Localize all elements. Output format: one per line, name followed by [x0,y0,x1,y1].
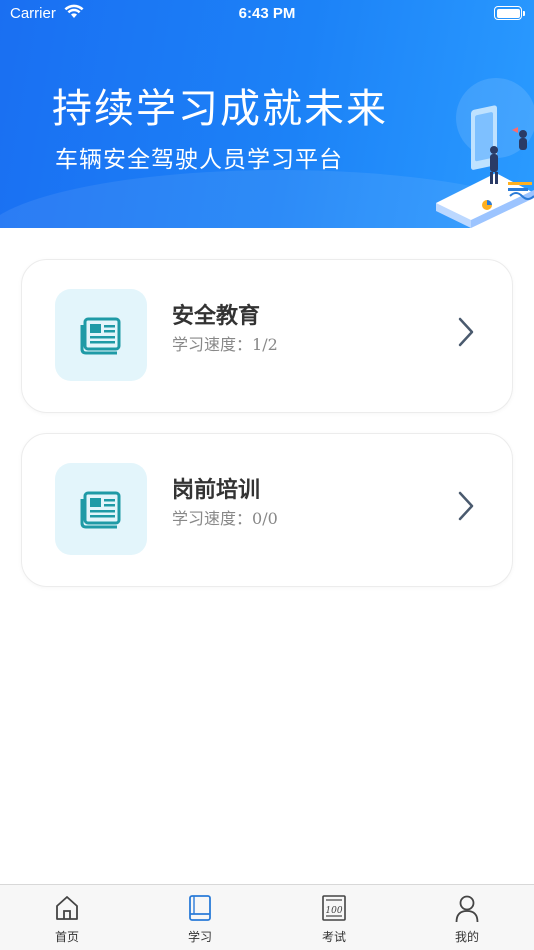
header-banner: Carrier 6:43 PM 持续学习成就未来 车辆安全驾驶人员学习平台 [0,0,534,228]
exam-icon: 100 [322,895,346,921]
newspaper-icon [80,317,121,355]
course-title: 岗前培训 [172,478,261,503]
tab-home-label: 首页 [54,930,79,944]
chevron-right-icon[interactable] [456,316,476,348]
course-progress: 学习速度：0/0 [172,505,278,529]
svg-text:100: 100 [325,906,342,916]
tab-exam[interactable]: 100 考试 [267,885,401,950]
status-bar: Carrier 6:43 PM [0,0,534,28]
home-icon [56,896,78,920]
course-icon-tile [55,289,147,381]
banner-title: 持续学习成就未来 [52,86,388,132]
tab-profile[interactable]: 我的 [400,885,534,950]
banner-subtitle: 车辆安全驾驶人员学习平台 [55,147,343,173]
course-icon-tile [55,463,147,555]
course-card[interactable]: 安全教育 学习速度：1/2 [21,259,513,413]
progress-value: 1/2 [252,335,278,354]
profile-icon [455,895,479,923]
learning-illustration [436,78,534,228]
progress-label: 学习速度： [172,335,253,354]
newspaper-icon [80,491,121,529]
chevron-right-icon[interactable] [456,490,476,522]
course-progress: 学习速度：1/2 [172,331,278,355]
tab-home[interactable]: 首页 [0,885,134,950]
tab-study-label: 学习 [187,930,212,944]
bottom-tab-bar: 首页 学习 100 考试 我的 [0,884,534,950]
battery-icon [494,6,525,20]
progress-label: 学习速度： [172,509,253,528]
course-card[interactable]: 岗前培训 学习速度：0/0 [21,433,513,587]
book-icon [189,895,211,921]
tab-profile-label: 我的 [454,930,479,944]
tab-exam-label: 考试 [321,930,346,944]
progress-value: 0/0 [252,509,278,528]
course-title: 安全教育 [172,304,261,329]
clock-time: 6:43 PM [238,5,296,22]
tab-study[interactable]: 学习 [133,885,267,950]
